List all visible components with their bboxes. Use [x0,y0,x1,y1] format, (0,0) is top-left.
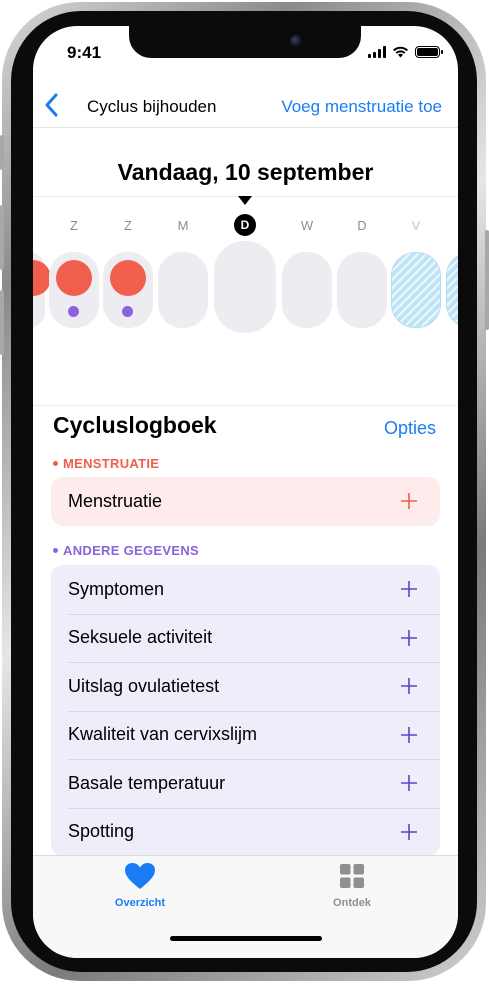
navigation-bar: Cyclus bijhouden Voeg menstruatie toe [33,84,458,128]
side-button [485,230,489,330]
section-header-menstruation: MENSTRUATIE [53,456,159,471]
day-cell[interactable] [158,252,208,328]
nav-title: Cyclus bijhouden [87,97,217,116]
row-label: Basale temperatuur [68,772,226,793]
date-title: Vandaag, 10 september [117,159,374,185]
row-label: Symptomen [68,578,165,599]
plus-icon[interactable] [400,774,418,792]
day-label-today: D [234,214,256,236]
other-data-marker [122,306,133,317]
log-row-symptoms[interactable]: Symptomen [51,565,440,614]
day-label-sunday: Z [124,218,132,233]
day-label-thursday: D [357,218,367,233]
period-day-marker [110,260,146,296]
options-button[interactable]: Opties [384,418,436,439]
status-icons [368,46,443,58]
tab-bar: Overzicht Ontdek [33,855,458,958]
other-data-marker [68,306,79,317]
heart-icon [125,863,155,889]
row-label: Uitslag ovulatietest [68,675,220,696]
grid-icon [340,864,364,888]
log-row-menstruation[interactable]: Menstruatie [51,477,440,526]
row-label: Seksuele activiteit [68,627,213,648]
other-data-card: Symptomen Seksuele activiteit Uitslag ov… [51,565,440,856]
log-row-sexual-activity[interactable]: Seksuele activiteit [51,613,440,663]
menstruation-bullet-icon [53,461,58,467]
menstruation-card: Menstruatie [51,477,440,526]
log-row-spotting[interactable]: Spotting [51,807,440,857]
cycle-log-title: Cycluslogboek [53,412,217,438]
screen: 9:41 Cyclus bijhouden Voeg menstruatie t… [33,26,458,958]
day-cell[interactable] [282,252,332,328]
period-day-marker [56,260,92,296]
section-header-other-data: ANDERE GEGEVENS [53,543,199,558]
row-label: Spotting [68,821,135,842]
log-row-ovulation-test[interactable]: Uitslag ovulatietest [51,662,440,711]
day-label-wednesday: W [300,218,314,233]
tab-discover[interactable]: Ontdek [312,862,392,909]
volume-up-button [0,205,4,270]
notch [129,26,361,58]
front-camera [290,35,302,47]
row-label: Kwaliteit van cervixslijm [68,724,258,745]
today-marker-icon [238,196,252,205]
plus-icon[interactable] [400,629,418,647]
mute-switch [0,135,4,170]
row-label: Menstruatie [68,490,163,511]
plus-icon[interactable] [400,580,418,598]
battery-icon [415,46,443,58]
add-period-button[interactable]: Voeg menstruatie toe [281,97,442,117]
status-time: 9:41 [67,43,102,62]
plus-icon[interactable] [400,823,418,841]
volume-down-button [0,290,4,355]
cellular-signal-icon [368,46,386,58]
day-label-saturday: Z [70,218,78,233]
plus-icon[interactable] [400,726,418,744]
plus-icon[interactable] [400,492,418,510]
tab-label: Ontdek [333,897,371,909]
tab-overview[interactable]: Overzicht [100,862,180,909]
day-cell[interactable] [337,252,387,328]
day-label-monday: M [177,218,189,233]
other-data-bullet-icon [53,548,58,554]
back-chevron-icon[interactable] [41,90,65,120]
tab-label: Overzicht [114,897,166,909]
log-row-cervical-mucus[interactable]: Kwaliteit van cervixslijm [51,710,440,760]
log-row-basal-temperature[interactable]: Basale temperatuur [51,759,440,808]
day-label-friday: V [411,218,421,233]
predicted-period-day[interactable] [391,252,441,328]
day-cell-today[interactable] [214,241,276,333]
wifi-icon [393,46,408,58]
home-indicator[interactable] [170,936,322,941]
plus-icon[interactable] [400,677,418,695]
